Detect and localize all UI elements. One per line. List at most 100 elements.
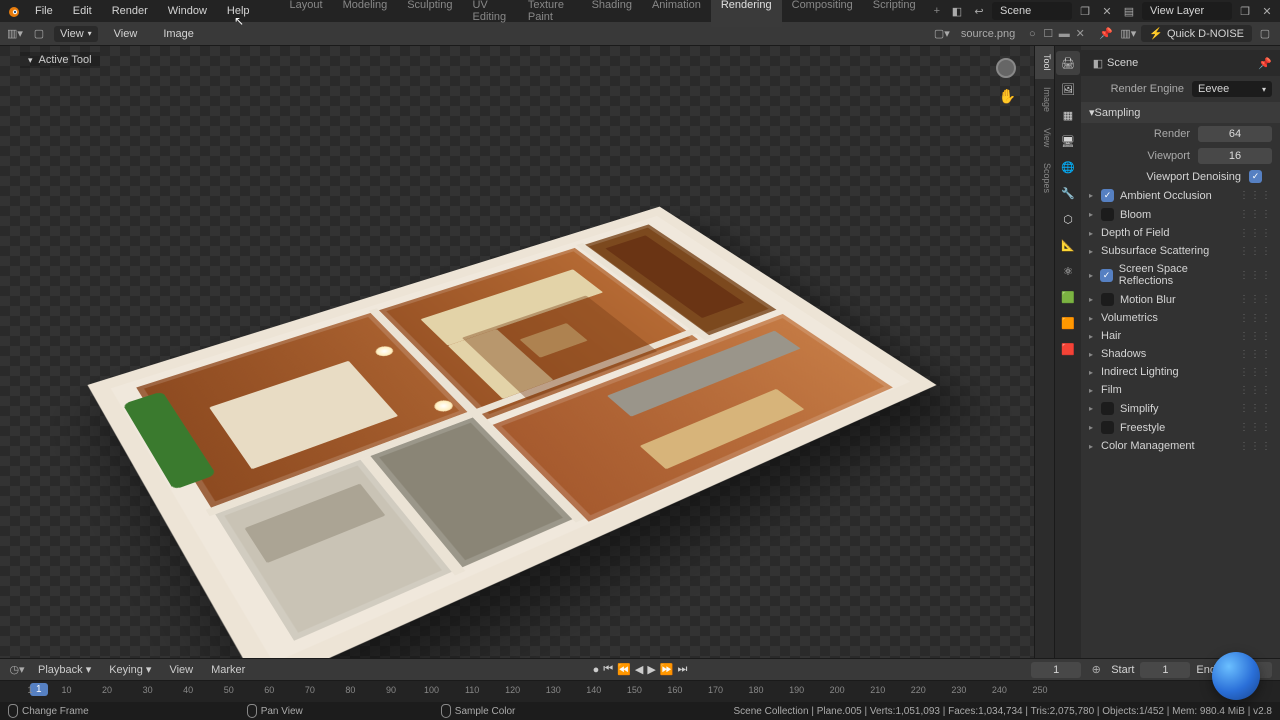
view-menu-1[interactable]: View ▾ xyxy=(54,26,98,42)
prop-tab-2[interactable]: ▦ xyxy=(1056,103,1080,127)
view-menu-2[interactable]: View xyxy=(104,24,148,44)
current-frame-field[interactable]: 1 xyxy=(1031,662,1081,678)
panel-subsurface-scattering[interactable]: ▸Subsurface Scattering⋮⋮⋮ xyxy=(1081,242,1280,260)
workspace-tab-modeling[interactable]: Modeling xyxy=(333,0,398,27)
jump-start-icon[interactable]: ⏮ xyxy=(603,663,613,676)
panel-bloom[interactable]: ▸Bloom⋮⋮⋮ xyxy=(1081,205,1280,224)
pin-icon[interactable]: 📌 xyxy=(1099,27,1113,41)
prop-tab-4[interactable]: 🌐 xyxy=(1056,155,1080,179)
workspace-tab-texture-paint[interactable]: Texture Paint xyxy=(518,0,582,27)
slot-icon[interactable]: ▥▾ xyxy=(1119,25,1137,43)
prop-tab-6[interactable]: ⬡ xyxy=(1056,207,1080,231)
workspace-tab-compositing[interactable]: Compositing xyxy=(782,0,863,27)
panel-shadows[interactable]: ▸Shadows⋮⋮⋮ xyxy=(1081,345,1280,363)
panel-checkbox[interactable] xyxy=(1101,293,1114,306)
menu-render[interactable]: Render xyxy=(102,1,158,21)
menu-window[interactable]: Window xyxy=(158,1,217,21)
timeline-ruler[interactable]: 1 11020304050607080901001101201301401501… xyxy=(0,680,1280,702)
prop-tab-0[interactable]: 🖨 xyxy=(1056,51,1080,75)
prop-tab-7[interactable]: 📐 xyxy=(1056,233,1080,257)
sampling-panel-header[interactable]: ▾Sampling xyxy=(1081,102,1280,123)
play-rev-icon[interactable]: ◀ xyxy=(635,663,643,676)
workspace-tab-shading[interactable]: Shading xyxy=(582,0,642,27)
timeline-editor-icon[interactable]: ◷▾ xyxy=(8,661,26,679)
marker-menu[interactable]: Marker xyxy=(205,662,251,678)
start-frame-field[interactable]: 1 xyxy=(1140,662,1190,678)
render-samples-field[interactable]: 64 xyxy=(1198,126,1272,142)
linked-count-icon[interactable]: ○ xyxy=(1025,27,1039,41)
editor-type-icon[interactable]: ▥▾ xyxy=(6,25,24,43)
autokey-icon[interactable]: ● xyxy=(593,664,600,676)
scene-close-icon[interactable]: ✕ xyxy=(1098,2,1116,20)
panel-volumetrics[interactable]: ▸Volumetrics⋮⋮⋮ xyxy=(1081,309,1280,327)
workspace-tab-layout[interactable]: Layout xyxy=(280,0,333,27)
viewport-samples-field[interactable]: 16 xyxy=(1198,148,1272,164)
assistant-orb[interactable] xyxy=(1212,652,1260,700)
panel-indirect-lighting[interactable]: ▸Indirect Lighting⋮⋮⋮ xyxy=(1081,363,1280,381)
panel-hair[interactable]: ▸Hair⋮⋮⋮ xyxy=(1081,327,1280,345)
side-tab-scopes[interactable]: Scopes xyxy=(1035,155,1054,201)
dnoise-settings-icon[interactable]: ▢ xyxy=(1256,25,1274,43)
image-folder-icon[interactable]: ▢▾ xyxy=(933,25,951,43)
prop-tab-11[interactable]: 🟥 xyxy=(1056,337,1080,361)
workspace-tab-uv-editing[interactable]: UV Editing xyxy=(462,0,517,27)
timeline-view-menu[interactable]: View xyxy=(163,662,199,678)
panel-simplify[interactable]: ▸Simplify⋮⋮⋮ xyxy=(1081,399,1280,418)
pan-hand-icon[interactable]: ✋ xyxy=(999,88,1016,105)
pin-icon[interactable]: 📌 xyxy=(1258,57,1272,70)
viewlayer-name-field[interactable]: View Layer xyxy=(1142,2,1232,20)
prop-tab-5[interactable]: 🔧 xyxy=(1056,181,1080,205)
layer-close-icon[interactable]: ✕ xyxy=(1258,2,1276,20)
close-icon[interactable]: ✕ xyxy=(1073,27,1087,41)
panel-checkbox[interactable] xyxy=(1100,269,1112,282)
panel-checkbox[interactable] xyxy=(1101,189,1114,202)
menu-edit[interactable]: Edit xyxy=(63,1,102,21)
menu-file[interactable]: File xyxy=(25,1,63,21)
workspace-tab-sculpting[interactable]: Sculpting xyxy=(397,0,462,27)
side-tab-view[interactable]: View xyxy=(1035,120,1054,155)
new-icon[interactable]: ☐ xyxy=(1041,27,1055,41)
panel-checkbox[interactable] xyxy=(1101,208,1114,221)
workspace-add-button[interactable]: + xyxy=(926,1,948,21)
back-icon[interactable]: ↩ xyxy=(970,2,988,20)
workspace-tab-scripting[interactable]: Scripting xyxy=(863,0,926,27)
scene-copy-icon[interactable]: ❐ xyxy=(1076,2,1094,20)
side-tab-image[interactable]: Image xyxy=(1035,79,1054,120)
panel-freestyle[interactable]: ▸Freestyle⋮⋮⋮ xyxy=(1081,418,1280,437)
layer-copy-icon[interactable]: ❐ xyxy=(1236,2,1254,20)
panel-depth-of-field[interactable]: ▸Depth of Field⋮⋮⋮ xyxy=(1081,224,1280,242)
jump-end-icon[interactable]: ⏭ xyxy=(678,663,688,676)
prop-tab-8[interactable]: ⚛ xyxy=(1056,259,1080,283)
panel-checkbox[interactable] xyxy=(1101,402,1114,415)
playhead[interactable]: 1 xyxy=(30,683,48,696)
prop-tab-1[interactable]: 🖼 xyxy=(1056,77,1080,101)
panel-ambient-occlusion[interactable]: ▸Ambient Occlusion⋮⋮⋮ xyxy=(1081,186,1280,205)
open-icon[interactable]: ▬ xyxy=(1057,27,1071,41)
panel-checkbox[interactable] xyxy=(1101,421,1114,434)
mode-icon[interactable]: ▢ xyxy=(30,25,48,43)
viewport-denoise-checkbox[interactable] xyxy=(1249,170,1262,183)
preview-range-icon[interactable]: ⊕ xyxy=(1087,661,1105,679)
image-menu[interactable]: Image xyxy=(153,24,204,44)
zoom-icon[interactable] xyxy=(996,58,1016,78)
workspace-tab-animation[interactable]: Animation xyxy=(642,0,711,27)
keying-menu[interactable]: Keying ▾ xyxy=(103,661,157,678)
workspace-tab-rendering[interactable]: Rendering xyxy=(711,0,782,27)
prev-key-icon[interactable]: ⏪ xyxy=(617,663,631,676)
render-viewport[interactable]: Active Tool ✋ xyxy=(0,46,1034,658)
panel-screen-space-reflections[interactable]: ▸Screen Space Reflections⋮⋮⋮ xyxy=(1081,260,1280,290)
side-tab-tool[interactable]: Tool xyxy=(1035,46,1054,79)
panel-motion-blur[interactable]: ▸Motion Blur⋮⋮⋮ xyxy=(1081,290,1280,309)
next-key-icon[interactable]: ⏩ xyxy=(660,663,674,676)
menu-help[interactable]: Help xyxy=(217,1,260,21)
render-engine-dropdown[interactable]: Eevee▾ xyxy=(1192,81,1272,97)
prop-tab-10[interactable]: 🟧 xyxy=(1056,311,1080,335)
play-icon[interactable]: ▶ xyxy=(647,663,655,676)
playback-menu[interactable]: Playback ▾ xyxy=(32,661,97,678)
panel-film[interactable]: ▸Film⋮⋮⋮ xyxy=(1081,381,1280,399)
panel-color-management[interactable]: ▸Color Management⋮⋮⋮ xyxy=(1081,437,1280,455)
prop-tab-9[interactable]: 🟩 xyxy=(1056,285,1080,309)
quick-dnoise-button[interactable]: ⚡ Quick D-NOISE xyxy=(1141,25,1252,42)
prop-tab-3[interactable]: 🖥 xyxy=(1056,129,1080,153)
scene-name-field[interactable]: Scene xyxy=(992,2,1072,20)
